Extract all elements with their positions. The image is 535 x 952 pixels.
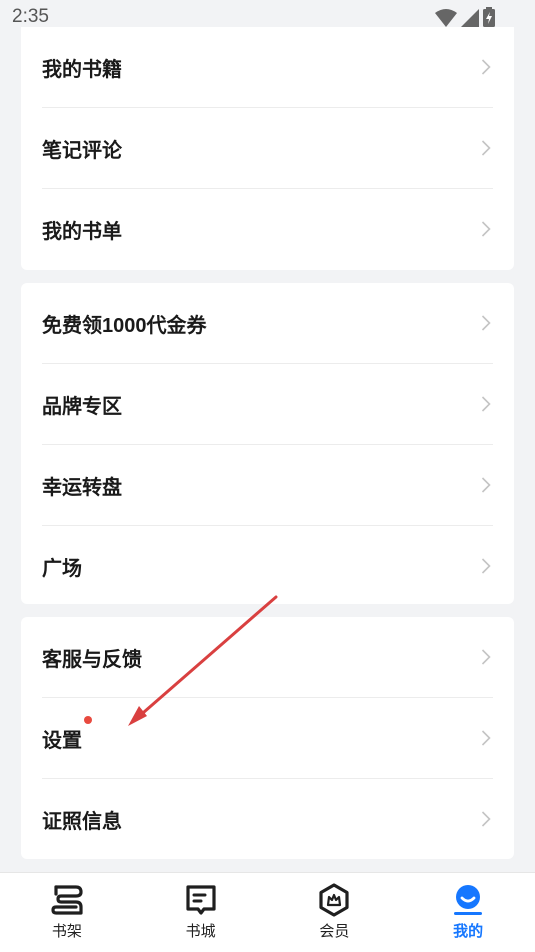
tab-profile[interactable]: 我的 — [401, 873, 535, 952]
chevron-right-icon — [481, 730, 491, 746]
battery-icon — [483, 7, 495, 27]
profile-icon — [454, 885, 483, 915]
menu-card-activities: 免费领1000代金券 品牌专区 幸运转盘 广场 — [21, 283, 514, 604]
menu-item-brand-zone[interactable]: 品牌专区 — [42, 364, 493, 445]
menu-item-label: 设置 — [42, 729, 82, 752]
bookshelf-icon — [51, 885, 83, 915]
membership-icon — [319, 883, 349, 917]
menu-item-my-books[interactable]: 我的书籍 — [42, 27, 493, 108]
menu-item-plaza[interactable]: 广场 — [42, 526, 493, 606]
menu-card-library: 我的书籍 笔记评论 我的书单 — [21, 27, 514, 270]
menu-item-label: 笔记评论 — [42, 139, 122, 162]
menu-item-label: 我的书籍 — [42, 58, 122, 81]
menu-item-license-info[interactable]: 证照信息 — [42, 779, 493, 859]
menu-item-label: 证照信息 — [42, 810, 122, 833]
menu-item-settings[interactable]: 设置 — [42, 698, 493, 779]
tab-label: 会员 — [319, 923, 350, 940]
chevron-right-icon — [481, 315, 491, 331]
status-icons — [435, 7, 495, 27]
chevron-right-icon — [481, 140, 491, 156]
chevron-right-icon — [481, 649, 491, 665]
wifi-icon — [435, 9, 457, 27]
menu-item-label: 客服与反馈 — [42, 648, 142, 671]
tab-bookshelf[interactable]: 书架 — [0, 873, 134, 952]
menu-item-label: 幸运转盘 — [42, 476, 122, 499]
menu-item-notes-comments[interactable]: 笔记评论 — [42, 108, 493, 189]
chevron-right-icon — [481, 221, 491, 237]
menu-card-support: 客服与反馈 设置 证照信息 — [21, 617, 514, 859]
chevron-right-icon — [481, 558, 491, 574]
menu-item-label: 品牌专区 — [42, 395, 122, 418]
tab-label: 我的 — [453, 923, 484, 940]
chevron-right-icon — [481, 477, 491, 493]
menu-item-label: 我的书单 — [42, 220, 122, 243]
notification-dot — [84, 716, 92, 724]
tab-label: 书架 — [51, 923, 82, 940]
status-bar: 2:35 — [0, 0, 535, 30]
status-time: 2:35 — [12, 6, 49, 27]
menu-item-customer-service[interactable]: 客服与反馈 — [42, 617, 493, 698]
tab-membership[interactable]: 会员 — [268, 873, 402, 952]
bookstore-icon — [186, 885, 216, 915]
tab-label: 书城 — [185, 923, 216, 940]
chevron-right-icon — [481, 396, 491, 412]
menu-item-label: 免费领1000代金券 — [42, 314, 207, 337]
chevron-right-icon — [481, 811, 491, 827]
menu-item-free-voucher[interactable]: 免费领1000代金券 — [42, 283, 493, 364]
menu-item-my-booklists[interactable]: 我的书单 — [42, 189, 493, 269]
cellular-signal-icon — [461, 9, 479, 27]
menu-item-lucky-wheel[interactable]: 幸运转盘 — [42, 445, 493, 526]
tab-bookstore[interactable]: 书城 — [134, 873, 268, 952]
chevron-right-icon — [481, 59, 491, 75]
bottom-tab-bar: 书架 书城 会员 我的 — [0, 872, 535, 952]
menu-item-label: 广场 — [42, 557, 82, 580]
